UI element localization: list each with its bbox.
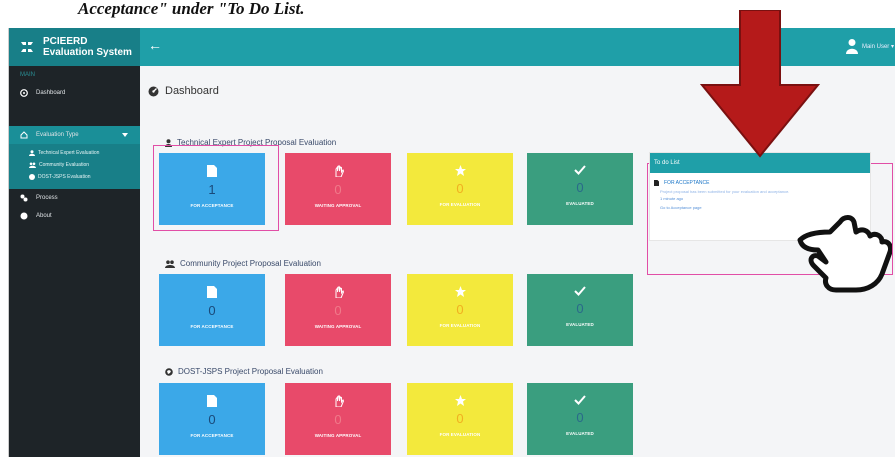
user-name: Main User ▾ xyxy=(861,43,894,50)
card-for-evaluation[interactable]: 0 FOR EVALUATION xyxy=(407,153,513,225)
brand-logo-icon xyxy=(19,39,35,55)
sidebar-subitem-label: DOST-JSPS Evaluation xyxy=(38,174,91,180)
card-label: FOR EVALUATION xyxy=(439,202,481,207)
down-arrow-icon xyxy=(700,10,820,158)
card-for-evaluation[interactable]: 0 FOR EVALUATION xyxy=(407,383,513,455)
process-icon xyxy=(20,194,28,202)
card-label: FOR ACCEPTANCE xyxy=(190,324,234,329)
brand[interactable]: PCIEERD Evaluation System xyxy=(9,28,140,66)
card-label: EVALUATED xyxy=(566,201,594,206)
card-label: WAITING APPROVAL xyxy=(314,324,362,329)
sidebar-subitem-community[interactable]: Community Evaluation xyxy=(9,159,140,171)
users-icon xyxy=(165,259,175,268)
card-label: FOR ACCEPTANCE xyxy=(190,433,234,438)
card-for-evaluation[interactable]: 0 FOR EVALUATION xyxy=(407,274,513,346)
star-icon xyxy=(454,165,466,176)
sidebar-item-process[interactable]: Process xyxy=(9,189,140,207)
card-waiting-approval[interactable]: 0 WAITING APPROVAL xyxy=(285,383,391,455)
sidebar-subitem-dost-jsps[interactable]: DOST-JSPS Evaluation xyxy=(9,171,140,183)
globe-icon xyxy=(165,367,173,376)
document-caption: Acceptance" under "To Do List. xyxy=(78,0,305,18)
todo-link[interactable]: Go to Acceptance page xyxy=(650,201,870,210)
globe-icon xyxy=(29,174,35,180)
dashboard-icon xyxy=(20,89,28,97)
sidebar-item-dashboard[interactable]: Dashboard xyxy=(9,84,140,102)
card-for-acceptance[interactable]: 0 FOR ACCEPTANCE xyxy=(159,383,265,455)
file-icon xyxy=(654,180,659,186)
file-icon xyxy=(207,395,217,407)
card-for-acceptance[interactable]: 0 FOR ACCEPTANCE xyxy=(159,274,265,346)
card-value: 0 xyxy=(576,180,584,195)
card-evaluated[interactable]: 0 EVALUATED xyxy=(527,383,633,455)
section-title-dost-jsps: DOST-JSPS Project Proposal Evaluation xyxy=(165,367,323,376)
card-label: FOR EVALUATION xyxy=(439,432,481,437)
card-waiting-approval[interactable]: 0 WAITING APPROVAL xyxy=(285,153,391,225)
brand-subtitle: Evaluation System xyxy=(43,47,132,58)
todo-item-label: FOR ACCEPTANCE xyxy=(664,180,710,186)
check-icon xyxy=(574,395,586,405)
users-icon xyxy=(29,162,36,168)
info-icon xyxy=(20,212,28,220)
sidebar-submenu: Technical Expert Evaluation Community Ev… xyxy=(9,144,140,189)
check-icon xyxy=(574,286,586,296)
card-value: 0 xyxy=(208,303,216,318)
sidebar-heading: MAIN xyxy=(20,72,35,78)
card-value: 0 xyxy=(334,182,342,197)
card-label: FOR EVALUATION xyxy=(439,323,481,328)
sidebar-item-label: Evaluation Type xyxy=(36,132,79,138)
highlight-box-card xyxy=(153,145,279,231)
user-menu[interactable]: Main User ▾ xyxy=(845,38,894,54)
card-value: 0 xyxy=(456,181,464,196)
pointing-hand-icon xyxy=(797,215,892,293)
check-icon xyxy=(574,165,586,175)
star-icon xyxy=(454,286,466,297)
sidebar: MAIN Dashboard Evaluation Type Technical… xyxy=(9,66,140,457)
card-value: 0 xyxy=(576,410,584,425)
chevron-down-icon xyxy=(122,133,128,137)
user-icon xyxy=(845,39,858,54)
hand-icon xyxy=(335,395,344,407)
brand-title: PCIEERD xyxy=(43,36,88,47)
card-value: 0 xyxy=(456,302,464,317)
arrow-left-icon[interactable]: ← xyxy=(148,37,162,53)
card-value: 0 xyxy=(334,303,342,318)
dashboard-icon xyxy=(148,86,159,96)
section-title-community: Community Project Proposal Evaluation xyxy=(165,259,321,268)
card-value: 0 xyxy=(208,412,216,427)
page-title-text: Dashboard xyxy=(165,85,219,97)
card-value: 0 xyxy=(456,411,464,426)
hand-icon xyxy=(335,165,344,177)
page-title: Dashboard xyxy=(148,85,219,97)
card-waiting-approval[interactable]: 0 WAITING APPROVAL xyxy=(285,274,391,346)
card-evaluated[interactable]: 0 EVALUATED xyxy=(527,274,633,346)
todo-item[interactable]: FOR ACCEPTANCE xyxy=(650,173,870,186)
user-icon xyxy=(29,150,35,156)
sidebar-item-about[interactable]: About xyxy=(9,207,140,225)
sidebar-subitem-label: Community Evaluation xyxy=(39,162,90,168)
file-icon xyxy=(207,286,217,298)
section-title-text: Community Project Proposal Evaluation xyxy=(180,259,321,268)
sidebar-subitem-label: Technical Expert Evaluation xyxy=(38,150,100,156)
sidebar-subitem-technical-expert[interactable]: Technical Expert Evaluation xyxy=(9,147,140,159)
hand-icon xyxy=(335,286,344,298)
sidebar-item-label: About xyxy=(36,213,52,219)
screenshot-page: Acceptance" under "To Do List. PCIEERD E… xyxy=(0,0,895,457)
card-value: 0 xyxy=(576,301,584,316)
todo-item-description: Project proposal has been submitted for … xyxy=(660,189,790,194)
sidebar-item-label: Process xyxy=(36,195,58,201)
card-value: 0 xyxy=(334,412,342,427)
sidebar-item-label: Dashboard xyxy=(36,90,66,96)
star-icon xyxy=(454,395,466,406)
sidebar-item-evaluation-type[interactable]: Evaluation Type xyxy=(9,126,140,144)
home-icon xyxy=(20,131,28,139)
section-title-text: DOST-JSPS Project Proposal Evaluation xyxy=(178,367,323,376)
card-label: WAITING APPROVAL xyxy=(314,203,362,208)
card-label: EVALUATED xyxy=(566,322,594,327)
card-label: WAITING APPROVAL xyxy=(314,433,362,438)
card-label: EVALUATED xyxy=(566,431,594,436)
card-evaluated[interactable]: 0 EVALUATED xyxy=(527,153,633,225)
